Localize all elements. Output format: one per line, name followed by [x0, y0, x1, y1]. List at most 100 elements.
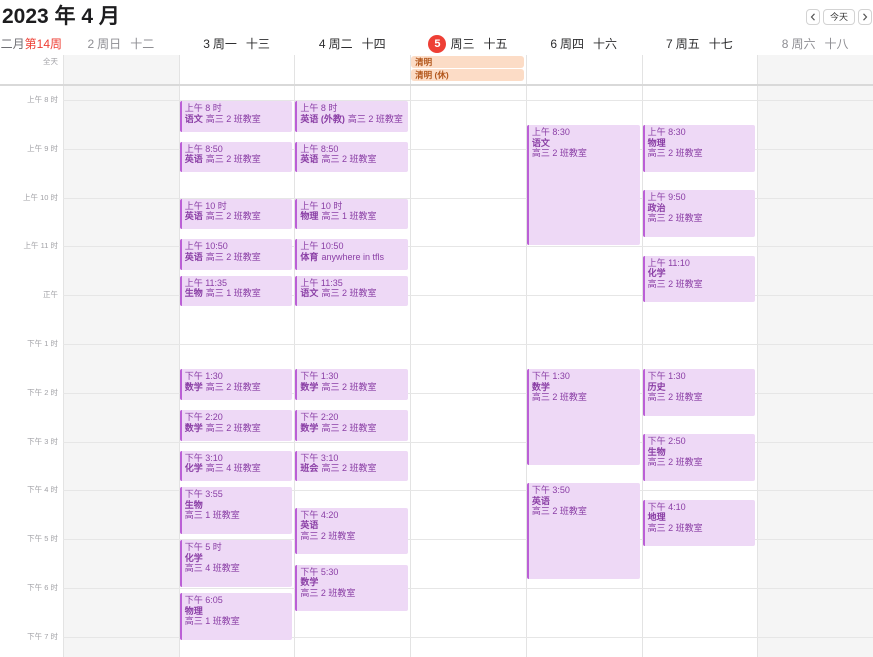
- calendar-event[interactable]: 上午 11:35 生物 高三 1 班教室: [179, 275, 293, 307]
- event-time: 下午 4:10: [647, 501, 686, 512]
- lunar-date: 十二: [130, 37, 155, 51]
- week-number-label: 第14周: [24, 37, 62, 51]
- day-header-monday[interactable]: 3 周一 十三: [179, 33, 295, 54]
- event-location: 高三 2 班教室: [531, 148, 587, 159]
- calendar-event[interactable]: 下午 1:30 数学 高三 2 班教室: [526, 369, 640, 465]
- event-time: 下午 5:30: [300, 566, 339, 577]
- event-title: 数学: [184, 381, 203, 392]
- day-number: 3: [203, 36, 210, 51]
- day-header-row: 二月 第14周 2 周日 十二 3 周一 十三 4 周二 十四 5 周三 十五 6 周四 十六 7 周五 十七 8 周…: [0, 33, 873, 54]
- event-location: 高三 2 班教室: [205, 113, 261, 124]
- day-header-thursday[interactable]: 6 周四 十六: [526, 33, 642, 54]
- calendar-event[interactable]: 上午 8 时英语 (外教) 高三 2 班教室: [295, 101, 409, 132]
- event-title: 数学: [300, 577, 319, 588]
- calendar-event[interactable]: 下午 2:50 生物 高三 2 班教室: [642, 434, 756, 482]
- calendar-event[interactable]: 上午 10:50 体育 anywhere in tfls: [295, 239, 409, 270]
- toolbar: 2023 年 4 月 今天: [0, 0, 873, 33]
- lunar-date: 十四: [361, 37, 386, 51]
- calendar-event[interactable]: 下午 1:30 数学 高三 2 班教室: [295, 369, 409, 400]
- event-time: 上午 8:50: [184, 143, 223, 154]
- event-time: 下午 1:30: [531, 371, 570, 382]
- time-label: 上午 8 时: [27, 95, 58, 104]
- event-time: 下午 3:55: [184, 489, 223, 500]
- event-title: 语文: [184, 113, 203, 124]
- calendar-event[interactable]: 上午 10:50 英语 高三 2 班教室: [179, 239, 293, 270]
- all-day-event[interactable]: 清明 (休): [411, 69, 524, 81]
- event-time: 下午 2:50: [647, 436, 686, 447]
- time-label: 下午 7 时: [27, 631, 58, 641]
- event-title: 历史: [647, 381, 666, 392]
- calendar-event[interactable]: 下午 4:10 地理 高三 2 班教室: [642, 499, 756, 547]
- event-title: 英语: [300, 520, 319, 531]
- event-location: 高三 2 班教室: [647, 522, 703, 533]
- calendar-event[interactable]: 下午 2:20 数学 高三 2 班教室: [179, 410, 293, 441]
- calendar-event[interactable]: 下午 3:10 化学 高三 4 班教室: [179, 450, 293, 482]
- time-label: 下午 2 时: [27, 387, 58, 397]
- time-label: 下午 4 时: [27, 485, 58, 495]
- day-header-friday[interactable]: 7 周五 十七: [642, 33, 758, 54]
- calendar-event[interactable]: 下午 1:30 历史 高三 2 班教室: [642, 369, 756, 417]
- previous-week-button[interactable]: [805, 9, 820, 25]
- month-title: 2023 年 4 月: [2, 5, 120, 28]
- day-header-sunday[interactable]: 2 周日 十二: [63, 33, 179, 54]
- calendar-event[interactable]: 下午 4:20 英语 高三 2 班教室: [295, 507, 409, 555]
- today-button[interactable]: 今天: [822, 9, 855, 25]
- calendar-event[interactable]: 下午 1:30 数学 高三 2 班教室: [179, 369, 293, 400]
- all-day-event[interactable]: 清明: [411, 56, 524, 68]
- event-title: 物理: [647, 137, 666, 148]
- calendar-event[interactable]: 上午 10 时物理 高三 1 班教室: [295, 198, 409, 230]
- event-title: 语文: [300, 288, 319, 299]
- day-header-tuesday[interactable]: 4 周二 十四: [294, 33, 410, 54]
- event-time: 下午 1:30: [300, 371, 339, 382]
- calendar-event[interactable]: 下午 3:10 班会 高三 2 班教室: [295, 450, 409, 482]
- event-location: 高三 2 班教室: [300, 530, 356, 541]
- event-location: 高三 2 班教室: [321, 154, 377, 165]
- event-title: 班会: [300, 463, 319, 474]
- navigation-controls: 今天: [805, 9, 872, 25]
- event-title: 化学: [184, 552, 203, 563]
- timed-grid[interactable]: 上午 8 时上午 9 时上午 10 时上午 11 时正午 下午 1 时下午 2 时…: [0, 86, 873, 657]
- event-time: 上午 10:50: [184, 241, 228, 252]
- calendar-event[interactable]: 上午 11:35 语文 高三 2 班教室: [295, 275, 409, 307]
- time-label: 上午 11 时: [23, 241, 58, 251]
- event-title: 英语: [184, 251, 203, 262]
- event-location: 高三 2 班教室: [205, 381, 261, 392]
- event-time: 下午 2:20: [300, 412, 339, 423]
- calendar-event[interactable]: 下午 2:20 数学 高三 2 班教室: [295, 410, 409, 441]
- time-label: 上午 10 时: [22, 192, 58, 202]
- calendar-event[interactable]: 上午 8 时语文 高三 2 班教室: [179, 101, 293, 132]
- event-time: 下午 3:10: [300, 452, 339, 463]
- event-time: 上午 10 时: [300, 200, 343, 211]
- event-time: 上午 11:35: [184, 277, 228, 288]
- day-header-wednesday[interactable]: 5 周三 十五: [410, 33, 526, 54]
- event-location: 高三 2 班教室: [347, 113, 403, 124]
- calendar-event[interactable]: 下午 3:55 生物 高三 1 班教室: [179, 487, 293, 535]
- event-time: 上午 11:35: [300, 277, 343, 288]
- day-number: 4: [318, 36, 326, 51]
- calendar-event[interactable]: 上午 10 时英语 高三 2 班教室: [179, 198, 293, 230]
- calendar-event[interactable]: 上午 8:30 物理 高三 2 班教室: [642, 125, 756, 173]
- event-title: 生物: [647, 446, 666, 457]
- next-week-button[interactable]: [858, 9, 872, 25]
- today-date-badge: 5: [428, 34, 447, 53]
- calendar-event[interactable]: 下午 6:05 物理 高三 1 班教室: [179, 593, 293, 640]
- time-label: 正午: [43, 290, 58, 300]
- calendar-event[interactable]: 下午 3:50 英语 高三 2 班教室: [526, 483, 640, 579]
- event-title: 物理: [300, 211, 319, 222]
- event-time: 上午 8:30: [531, 127, 570, 138]
- event-location: 高三 1 班教室: [184, 510, 240, 521]
- event-location: 高三 4 班教室: [205, 463, 261, 474]
- event-title: 地理: [647, 512, 666, 523]
- time-label: 下午 5 时: [27, 534, 58, 544]
- calendar-event[interactable]: 上午 9:50 政治 高三 2 班教室: [642, 190, 756, 238]
- event-title: 物理: [184, 605, 203, 616]
- calendar-event[interactable]: 上午 8:50 英语 高三 2 班教室: [179, 141, 293, 173]
- time-label: 下午 1 时: [27, 339, 58, 348]
- calendar-event[interactable]: 上午 8:30 语文 高三 2 班教室: [526, 125, 640, 246]
- event-time: 上午 10 时: [184, 200, 227, 211]
- day-header-saturday[interactable]: 8 周六 十八: [757, 33, 873, 54]
- calendar-event[interactable]: 上午 8:50 英语 高三 2 班教室: [295, 141, 409, 173]
- calendar-event[interactable]: 下午 5:30 数学 高三 2 班教室: [295, 564, 409, 612]
- calendar-event[interactable]: 上午 11:10 化学 高三 2 班教室: [642, 255, 756, 303]
- calendar-event[interactable]: 下午 5 时化学 高三 4 班教室: [179, 540, 293, 587]
